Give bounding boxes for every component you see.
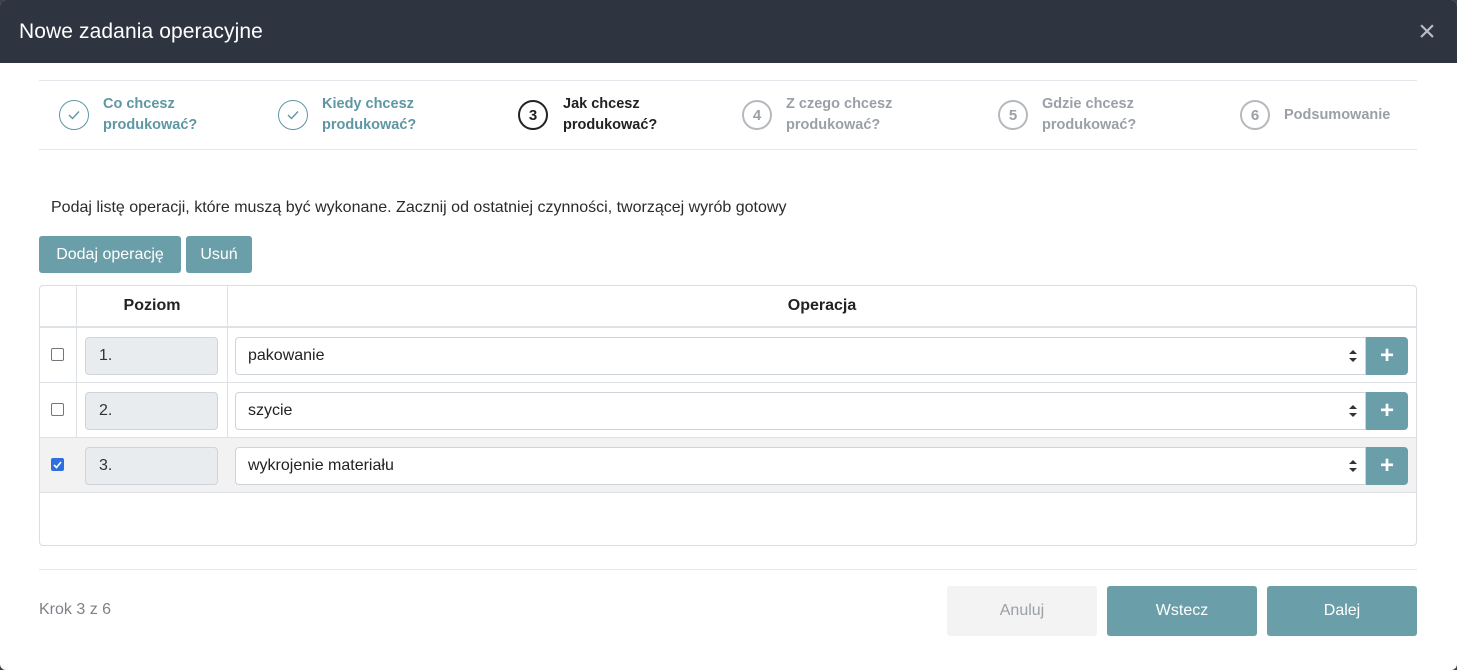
operation-select[interactable]: wykrojenie materiału bbox=[235, 447, 1366, 485]
step-4[interactable]: 4 Z czego chcesz produkować? bbox=[742, 81, 936, 149]
row-checkbox[interactable] bbox=[51, 348, 64, 361]
level-field: 1. bbox=[85, 337, 218, 375]
add-row-button[interactable]: + bbox=[1366, 392, 1408, 430]
checkmark-icon bbox=[53, 460, 62, 469]
add-operation-button[interactable]: Dodaj operację bbox=[39, 236, 181, 273]
operation-select-value: pakowanie bbox=[248, 347, 325, 364]
instruction-text: Podaj listę operacji, które muszą być wy… bbox=[51, 199, 787, 216]
column-header-level: Poziom bbox=[123, 297, 181, 314]
step-counter: Krok 3 z 6 bbox=[39, 601, 112, 618]
operation-select-value: wykrojenie materiału bbox=[248, 457, 394, 474]
level-field: 2. bbox=[85, 392, 218, 430]
step-5-label: Gdzie chcesz produkować? bbox=[1042, 96, 1137, 133]
modal-dialog: Nowe zadania operacyjne × Co chcesz prod… bbox=[0, 0, 1457, 670]
modal-title: Nowe zadania operacyjne bbox=[19, 19, 263, 43]
step-1-label: Co chcesz produkować? bbox=[103, 96, 198, 133]
operation-select[interactable]: pakowanie bbox=[235, 337, 1366, 375]
step-4-number: 4 bbox=[742, 100, 772, 130]
select-arrows-icon bbox=[1349, 405, 1357, 417]
operation-select-value: szycie bbox=[248, 402, 293, 419]
table-row: 3. wykrojenie materiału + bbox=[40, 438, 1416, 493]
check-icon bbox=[278, 100, 308, 130]
table-row: 1. pakowanie + bbox=[40, 328, 1416, 383]
select-arrows-icon bbox=[1349, 460, 1357, 472]
step-1[interactable]: Co chcesz produkować? bbox=[59, 81, 233, 149]
modal-header: Nowe zadania operacyjne × bbox=[0, 0, 1457, 63]
row-checkbox[interactable] bbox=[51, 403, 64, 416]
cancel-button[interactable]: Anuluj bbox=[947, 586, 1097, 636]
level-field: 3. bbox=[85, 447, 218, 485]
step-6-number: 6 bbox=[1240, 100, 1270, 130]
operation-select[interactable]: szycie bbox=[235, 392, 1366, 430]
add-row-button[interactable]: + bbox=[1366, 447, 1408, 485]
next-button[interactable]: Dalej bbox=[1267, 586, 1417, 636]
step-2-label: Kiedy chcesz produkować? bbox=[322, 96, 417, 133]
close-icon[interactable]: × bbox=[1415, 16, 1439, 47]
add-row-button[interactable]: + bbox=[1366, 337, 1408, 375]
step-6[interactable]: 6 Podsumowanie bbox=[1240, 81, 1414, 149]
back-button[interactable]: Wstecz bbox=[1107, 586, 1257, 636]
step-4-label: Z czego chcesz produkować? bbox=[786, 96, 893, 133]
select-arrows-icon bbox=[1349, 350, 1357, 362]
step-3[interactable]: 3 Jak chcesz produkować? bbox=[518, 81, 693, 149]
check-icon bbox=[59, 100, 89, 130]
footer-divider bbox=[39, 569, 1417, 570]
step-5[interactable]: 5 Gdzie chcesz produkować? bbox=[998, 81, 1172, 149]
step-3-label: Jak chcesz produkować? bbox=[563, 96, 658, 133]
table-header: Poziom Operacja bbox=[40, 286, 1416, 328]
step-6-label: Podsumowanie bbox=[1284, 106, 1391, 123]
column-header-operation: Operacja bbox=[787, 297, 857, 314]
delete-button[interactable]: Usuń bbox=[186, 236, 252, 273]
wizard-steps: Co chcesz produkować? Kiedy chcesz produ… bbox=[39, 80, 1417, 150]
step-5-number: 5 bbox=[998, 100, 1028, 130]
step-2[interactable]: Kiedy chcesz produkować? bbox=[278, 81, 452, 149]
step-3-number: 3 bbox=[518, 100, 548, 130]
table-row: 2. szycie + bbox=[40, 383, 1416, 438]
operations-table: Poziom Operacja 1. pakowanie + 2. szycie… bbox=[39, 285, 1417, 546]
row-checkbox[interactable] bbox=[51, 458, 64, 471]
